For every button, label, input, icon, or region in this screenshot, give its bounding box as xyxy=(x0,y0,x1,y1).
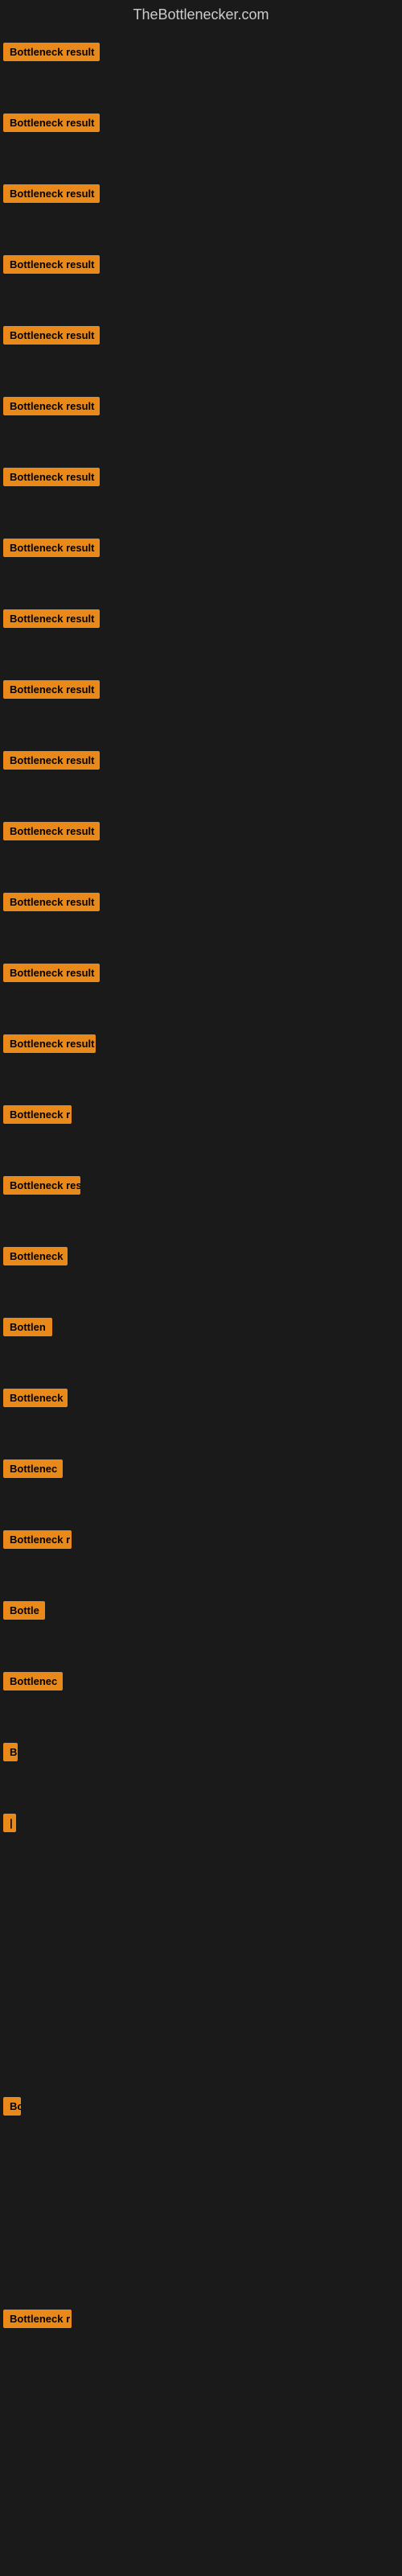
list-item: B xyxy=(0,1733,402,1804)
bottleneck-badge[interactable]: Bottleneck result xyxy=(3,1034,96,1053)
list-item: Bottleneck r xyxy=(0,2300,402,2371)
list-item: Bottleneck result xyxy=(0,316,402,387)
bottleneck-badge[interactable]: | xyxy=(3,1814,16,1832)
list-item: Bottleneck result xyxy=(0,812,402,883)
list-item: Bottleneck result xyxy=(0,883,402,954)
list-item xyxy=(0,2158,402,2229)
bottleneck-badge[interactable]: Bottleneck r xyxy=(3,1105,72,1124)
list-item: Bottleneck result xyxy=(0,175,402,246)
list-item: Bo xyxy=(0,2087,402,2158)
site-title-container: TheBottlenecker.com xyxy=(0,0,402,33)
bottleneck-badge[interactable]: Bottleneck result xyxy=(3,397,100,415)
list-item xyxy=(0,1946,402,2017)
bottleneck-badge[interactable]: Bo xyxy=(3,2097,21,2116)
bottleneck-badge[interactable]: Bottleneck result xyxy=(3,893,100,911)
bottleneck-badge[interactable]: Bottleneck result xyxy=(3,680,100,699)
bottleneck-badge[interactable]: Bottleneck xyxy=(3,1247,68,1265)
bottleneck-badge[interactable]: Bottlenec xyxy=(3,1459,63,1478)
list-item: Bottleneck result xyxy=(0,1025,402,1096)
list-item: Bottleneck result xyxy=(0,671,402,741)
list-item: Bottleneck result xyxy=(0,600,402,671)
list-item xyxy=(0,2371,402,2442)
bottleneck-badge[interactable]: B xyxy=(3,1743,18,1761)
list-item: Bottlenec xyxy=(0,1662,402,1733)
bottleneck-badge[interactable]: Bottleneck r xyxy=(3,1530,72,1549)
bottleneck-badge[interactable]: Bottleneck r xyxy=(3,2310,72,2328)
list-item: Bottlen xyxy=(0,1308,402,1379)
list-item xyxy=(0,1875,402,1946)
bottleneck-badge[interactable]: Bottleneck result xyxy=(3,43,100,61)
bottleneck-badge[interactable]: Bottleneck result xyxy=(3,114,100,132)
site-title: TheBottlenecker.com xyxy=(0,0,402,33)
list-item: Bottleneck r xyxy=(0,1096,402,1166)
list-item: Bottleneck res xyxy=(0,1166,402,1237)
list-item: Bottleneck result xyxy=(0,387,402,458)
bottleneck-badge[interactable]: Bottleneck result xyxy=(3,751,100,770)
list-item: Bottleneck result xyxy=(0,458,402,529)
bottleneck-badge[interactable]: Bottleneck result xyxy=(3,539,100,557)
bottleneck-badge[interactable]: Bottleneck result xyxy=(3,184,100,203)
list-item: Bottleneck result xyxy=(0,104,402,175)
list-item xyxy=(0,2229,402,2300)
list-item: Bottleneck result xyxy=(0,741,402,812)
bottleneck-badge[interactable]: Bottleneck result xyxy=(3,964,100,982)
bottleneck-badge[interactable]: Bottle xyxy=(3,1601,45,1620)
bottleneck-badge[interactable]: Bottlenec xyxy=(3,1672,63,1690)
list-item: Bottleneck result xyxy=(0,529,402,600)
bottleneck-badge[interactable]: Bottleneck result xyxy=(3,609,100,628)
bottleneck-badge[interactable]: Bottleneck result xyxy=(3,326,100,345)
list-item xyxy=(0,2442,402,2512)
list-item: Bottle xyxy=(0,1591,402,1662)
bottleneck-badge[interactable]: Bottleneck xyxy=(3,1389,68,1407)
bottleneck-badge[interactable]: Bottleneck res xyxy=(3,1176,80,1195)
bottleneck-badge[interactable]: Bottleneck result xyxy=(3,255,100,274)
list-item: Bottleneck xyxy=(0,1379,402,1450)
items-container: Bottleneck result Bottleneck result Bottle… xyxy=(0,33,402,2512)
bottleneck-badge[interactable]: Bottlen xyxy=(3,1318,52,1336)
list-item: Bottleneck result xyxy=(0,954,402,1025)
list-item: Bottleneck r xyxy=(0,1521,402,1591)
list-item: Bottleneck xyxy=(0,1237,402,1308)
list-item: Bottleneck result xyxy=(0,33,402,104)
list-item: | xyxy=(0,1804,402,1875)
list-item: Bottleneck result xyxy=(0,246,402,316)
list-item: Bottlenec xyxy=(0,1450,402,1521)
list-item xyxy=(0,2017,402,2087)
bottleneck-badge[interactable]: Bottleneck result xyxy=(3,468,100,486)
bottleneck-badge[interactable]: Bottleneck result xyxy=(3,822,100,840)
